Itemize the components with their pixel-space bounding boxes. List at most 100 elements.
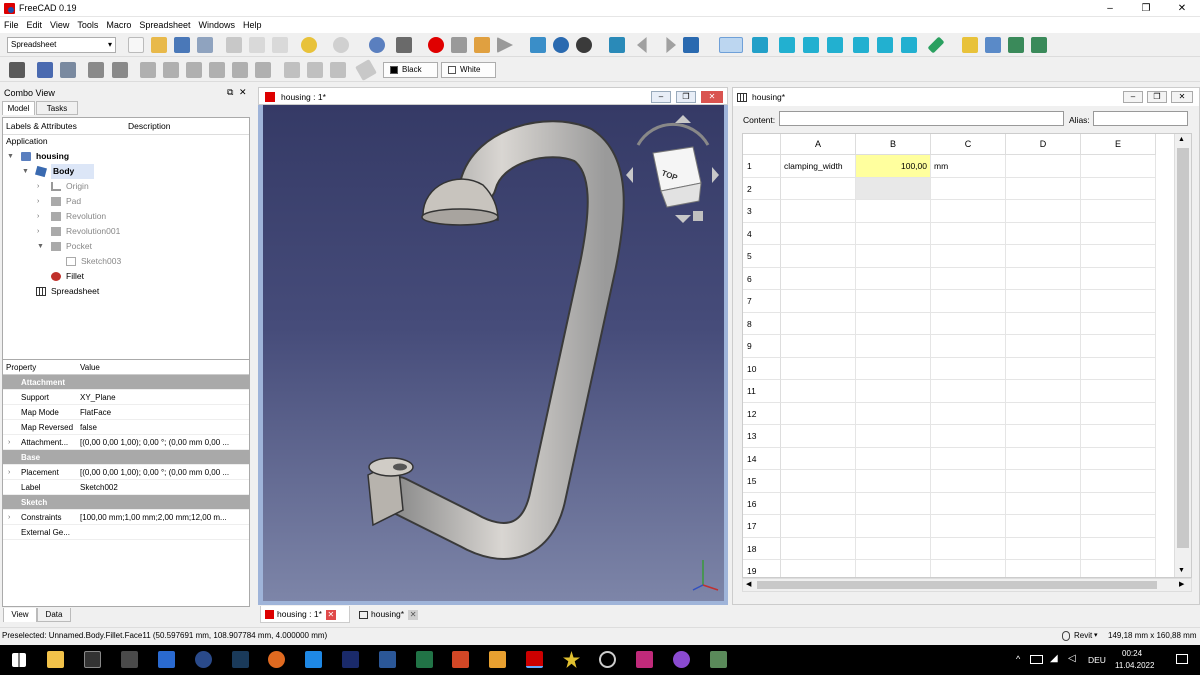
property-group-attachment[interactable]: Attachment xyxy=(3,375,249,390)
row-header[interactable]: 16 xyxy=(743,492,781,515)
cut-icon[interactable] xyxy=(226,37,242,53)
save-as-icon[interactable] xyxy=(197,37,213,53)
std-views-icon[interactable] xyxy=(719,37,743,53)
whats-this-icon[interactable] xyxy=(396,37,412,53)
navcube-arrow-right-icon[interactable] xyxy=(712,167,719,183)
spreadsheet-cell[interactable] xyxy=(1006,177,1081,200)
tray-app-icon[interactable] xyxy=(1030,655,1043,664)
fit-selection-icon[interactable] xyxy=(553,37,569,53)
row-header[interactable]: 6 xyxy=(743,267,781,290)
align-top-icon[interactable] xyxy=(209,62,225,78)
spreadsheet-cell[interactable] xyxy=(781,245,856,268)
spreadsheet-cell[interactable] xyxy=(931,560,1006,577)
spreadsheet-cell[interactable] xyxy=(1006,402,1081,425)
close-tab-icon[interactable]: ✕ xyxy=(325,609,336,620)
spreadsheet-cell[interactable] xyxy=(931,515,1006,538)
app-icon[interactable] xyxy=(489,651,506,668)
open-folder-icon[interactable] xyxy=(151,37,167,53)
horizontal-scrollbar[interactable]: ◀ ▶ xyxy=(742,578,1192,592)
scroll-up-icon[interactable]: ▲ xyxy=(1178,136,1185,143)
column-header[interactable]: D xyxy=(1006,134,1081,155)
hscrollbar-thumb[interactable] xyxy=(757,581,1157,589)
spreadsheet-cell[interactable] xyxy=(781,335,856,358)
menu-spreadsheet[interactable]: Spreadsheet xyxy=(135,17,194,33)
property-row[interactable]: Label Sketch002 xyxy=(3,480,249,495)
row-header[interactable]: 2 xyxy=(743,177,781,200)
file-explorer-icon[interactable] xyxy=(47,651,64,668)
spreadsheet-cell[interactable] xyxy=(1081,357,1156,380)
row-header[interactable]: 10 xyxy=(743,357,781,380)
fit-all-icon[interactable] xyxy=(530,37,546,53)
row-header[interactable]: 3 xyxy=(743,200,781,223)
navcube-arrow-down-icon[interactable] xyxy=(675,215,691,223)
spreadsheet-cell[interactable] xyxy=(1006,560,1081,577)
bounding-box-icon[interactable] xyxy=(609,37,625,53)
spreadsheet-cell[interactable] xyxy=(1081,222,1156,245)
app-icon[interactable] xyxy=(232,651,249,668)
align-right-icon[interactable] xyxy=(186,62,202,78)
property-row[interactable]: Map Reversed false xyxy=(3,420,249,435)
notification-icon[interactable] xyxy=(1176,654,1188,664)
navcube-arrow-left-icon[interactable] xyxy=(626,167,633,183)
tree-item-revolution001[interactable]: › Revolution001 xyxy=(3,224,249,239)
spreadsheet-cell[interactable] xyxy=(1006,470,1081,493)
spreadsheet-cell[interactable] xyxy=(856,492,931,515)
restore-subwindow-button[interactable]: ❐ xyxy=(676,91,696,103)
tab-tasks[interactable]: Tasks xyxy=(36,101,78,115)
style-bold-icon[interactable] xyxy=(284,62,300,78)
spreadsheet-cell[interactable] xyxy=(856,447,931,470)
spreadsheet-cell[interactable] xyxy=(781,357,856,380)
isometric-view-icon[interactable] xyxy=(752,37,768,53)
spreadsheet-cell[interactable] xyxy=(1006,222,1081,245)
menu-tools[interactable]: Tools xyxy=(73,17,102,33)
expand-arrow-icon[interactable]: ▼ xyxy=(37,239,44,254)
network-icon[interactable]: ◢ xyxy=(1050,653,1058,664)
spreadsheet-cell[interactable] xyxy=(931,245,1006,268)
tree-item-body[interactable]: ▼ Body xyxy=(3,164,249,179)
link-actions-icon[interactable] xyxy=(1031,37,1047,53)
row-header[interactable]: 9 xyxy=(743,335,781,358)
menu-macro[interactable]: Macro xyxy=(102,17,135,33)
align-bottom-icon[interactable] xyxy=(255,62,271,78)
property-row[interactable]: › Constraints [100,00 mm;1,00 mm;2,00 mm;1… xyxy=(3,510,249,525)
import-spreadsheet-icon[interactable] xyxy=(37,62,53,78)
bottom-view-icon[interactable] xyxy=(877,37,893,53)
row-header[interactable]: 4 xyxy=(743,222,781,245)
excel-icon[interactable] xyxy=(416,651,433,668)
clock-date[interactable]: 11.04.2022 xyxy=(1115,661,1154,670)
cell-a1[interactable]: clamping_width xyxy=(781,155,856,178)
menu-edit[interactable]: Edit xyxy=(23,17,47,33)
tree-item-revolution[interactable]: › Revolution xyxy=(3,209,249,224)
spreadsheet-cell[interactable] xyxy=(931,380,1006,403)
spreadsheet-cell[interactable] xyxy=(781,200,856,223)
close-tab-icon[interactable]: ✕ xyxy=(408,609,419,620)
spreadsheet-cell[interactable] xyxy=(856,537,931,560)
close-subwindow-button[interactable]: ✕ xyxy=(701,91,723,103)
style-underline-icon[interactable] xyxy=(330,62,346,78)
vscode-icon[interactable] xyxy=(305,651,322,668)
align-left-icon[interactable] xyxy=(140,62,156,78)
background-color-button[interactable]: White xyxy=(441,62,496,78)
content-input[interactable] xyxy=(779,111,1064,126)
spreadsheet-cell[interactable] xyxy=(856,290,931,313)
spreadsheet-cell[interactable] xyxy=(931,492,1006,515)
spreadsheet-cell[interactable] xyxy=(856,560,931,577)
rear-view-icon[interactable] xyxy=(853,37,869,53)
chevron-down-icon[interactable]: ▾ xyxy=(1094,628,1098,644)
expand-arrow-icon[interactable]: ▼ xyxy=(22,164,29,179)
column-header[interactable]: A xyxy=(781,134,856,155)
spreadsheet-cell[interactable] xyxy=(1006,267,1081,290)
macro-run-icon[interactable] xyxy=(497,37,513,53)
merge-cells-icon[interactable] xyxy=(88,62,104,78)
spreadsheet-cell[interactable] xyxy=(856,335,931,358)
row-header[interactable]: 12 xyxy=(743,402,781,425)
property-value[interactable]: [(0,00 0,00 1,00); 0,00 °; (0,00 mm 0,00… xyxy=(80,435,246,450)
alias-input[interactable] xyxy=(1093,111,1188,126)
spreadsheet-cell[interactable] xyxy=(1081,560,1156,577)
spreadsheet-cell[interactable] xyxy=(1081,470,1156,493)
group-icon[interactable] xyxy=(985,37,1001,53)
minimize-button[interactable]: – xyxy=(1092,0,1128,17)
tray-expand-icon[interactable]: ^ xyxy=(1016,654,1020,664)
property-row[interactable]: Map Mode FlatFace xyxy=(3,405,249,420)
minimize-subwindow-button[interactable]: – xyxy=(1123,91,1143,103)
